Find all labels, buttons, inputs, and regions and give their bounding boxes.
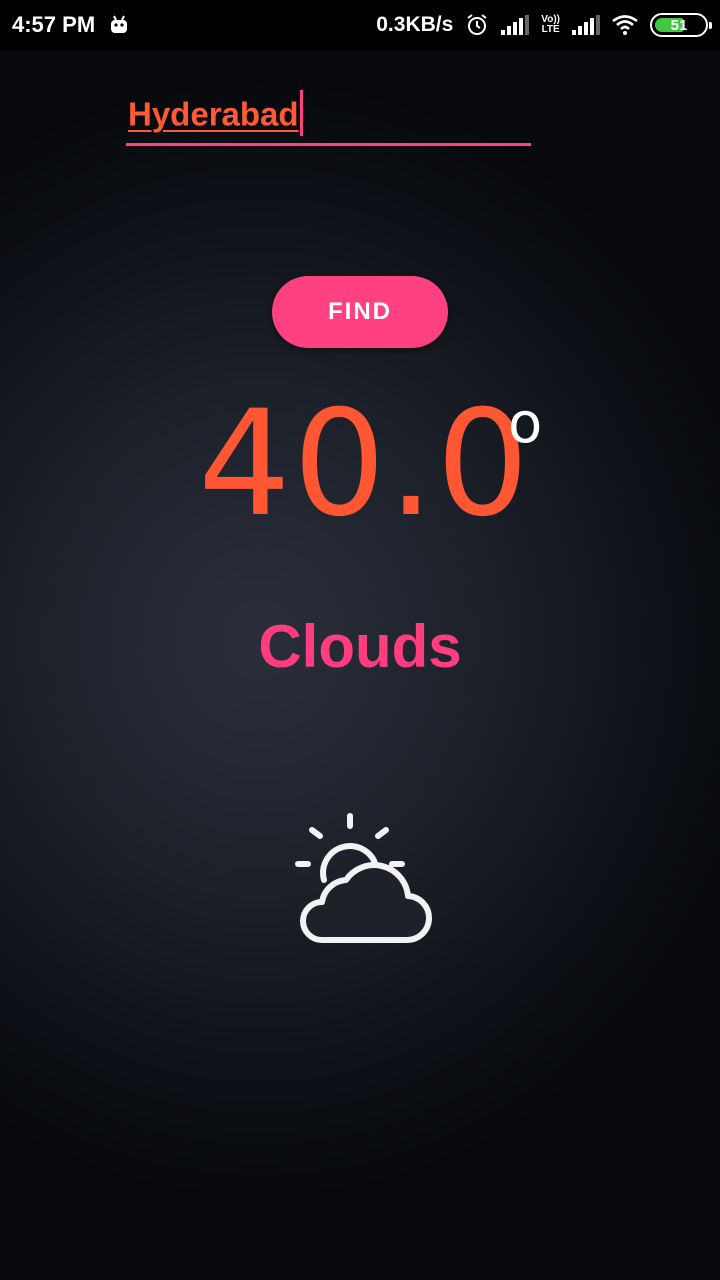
degree-symbol: o <box>508 391 543 456</box>
network-speed: 0.3KB/s <box>376 13 454 36</box>
find-button[interactable]: FIND <box>272 276 448 348</box>
android-debug-icon <box>109 15 129 35</box>
text-cursor <box>299 90 303 136</box>
city-input-value[interactable]: Hyderabad <box>128 90 303 140</box>
status-time: 4:57 PM <box>12 12 96 37</box>
signal-strength-icon-1 <box>501 15 530 35</box>
alarm-icon <box>465 13 489 37</box>
status-bar: 4:57 PM 0.3KB/s Vo)) LTE 51 <box>0 0 720 50</box>
partly-cloudy-icon <box>286 808 436 958</box>
temperature-value: 40.0 <box>198 379 532 549</box>
wifi-icon <box>612 15 638 35</box>
battery-level: 51 <box>670 16 688 34</box>
weather-condition: Clouds <box>258 613 462 680</box>
city-input[interactable]: Hyderabad <box>126 88 531 146</box>
battery-icon: 51 <box>650 13 712 37</box>
signal-strength-icon-2 <box>572 15 600 35</box>
volte-icon: Vo)) LTE <box>541 14 560 35</box>
